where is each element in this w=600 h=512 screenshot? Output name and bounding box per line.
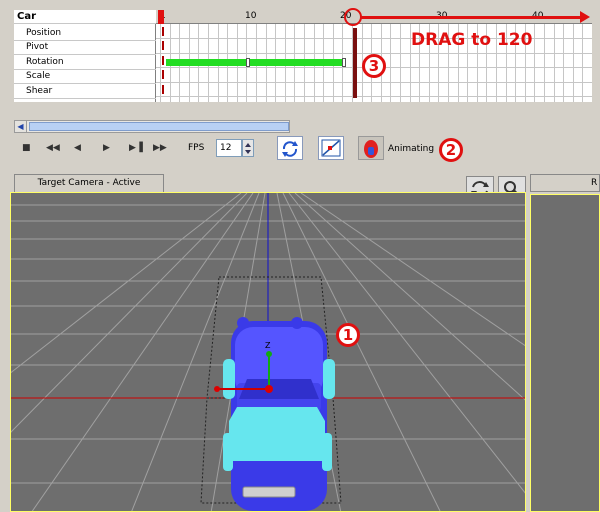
loop-button[interactable] xyxy=(277,136,303,160)
viewport-scene: Z xyxy=(11,193,525,511)
viewport-tab-right[interactable]: R xyxy=(530,174,600,192)
track-object-car[interactable]: Car xyxy=(14,10,156,24)
curve-editor-button[interactable] xyxy=(318,136,344,160)
grid-column-line xyxy=(553,24,555,102)
callout-3: 3 xyxy=(362,54,386,78)
frame-start-marker xyxy=(162,41,164,50)
rotation-keyframe[interactable] xyxy=(246,58,250,67)
start-frame-marker xyxy=(158,10,164,24)
loop-icon xyxy=(282,141,298,157)
track-label: Position xyxy=(26,28,62,38)
playhead-handle[interactable] xyxy=(344,8,362,26)
track-shear[interactable]: Shear xyxy=(14,85,156,99)
grid-column-line xyxy=(534,24,536,102)
frame-start-marker xyxy=(162,70,164,79)
curve-editor-icon xyxy=(321,139,341,157)
spin-down-icon[interactable] xyxy=(245,150,251,154)
secondary-viewport[interactable] xyxy=(530,194,600,512)
scroll-left-arrow-icon[interactable]: ◀ xyxy=(15,121,27,132)
playhead-line[interactable] xyxy=(353,28,357,98)
fps-input[interactable]: 12 xyxy=(216,139,242,157)
go-to-start-icon[interactable]: ◀◀ xyxy=(46,143,60,153)
transport-bar: ■ ◀◀ ◀ ▶ ▶▐ ▶▶ FPS 12 Animating 2 xyxy=(0,136,600,162)
grid-column-line xyxy=(582,24,584,102)
grid-column-line xyxy=(390,24,392,102)
track-position[interactable]: Position xyxy=(14,27,156,41)
drag-arrow-line xyxy=(360,16,582,19)
track-scale[interactable]: Scale xyxy=(14,70,156,84)
drag-instruction-label: DRAG to 120 xyxy=(411,30,533,50)
viewport-tab-target-camera[interactable]: Target Camera - Active xyxy=(14,174,164,192)
track-pivot[interactable]: Pivot xyxy=(14,41,156,55)
track-label: Shear xyxy=(26,86,53,96)
grid-row-line xyxy=(156,96,592,97)
grid-column-line xyxy=(563,24,565,102)
track-label: Rotation xyxy=(26,57,64,67)
grid-column-line xyxy=(572,24,574,102)
animating-toggle-button[interactable] xyxy=(358,136,384,160)
rotation-interpolation-span xyxy=(166,59,346,66)
grid-column-line xyxy=(160,24,161,102)
timeline-scrollbar[interactable]: ◀ xyxy=(14,120,290,133)
track-label: Scale xyxy=(26,71,51,81)
frame-start-marker xyxy=(162,56,164,65)
step-back-icon[interactable]: ◀ xyxy=(74,143,81,153)
timeline-panel: Car Position Pivot Rotation Scale Shear … xyxy=(0,0,600,133)
track-object-label: Car xyxy=(17,11,37,22)
go-to-end-icon[interactable]: ▶▶ xyxy=(153,143,167,153)
scrollbar-thumb[interactable] xyxy=(29,122,289,131)
play-icon[interactable]: ▶ xyxy=(103,143,110,153)
drag-arrow-head-icon xyxy=(580,11,590,23)
grid-column-line xyxy=(544,24,545,102)
step-forward-icon[interactable]: ▶▐ xyxy=(129,143,143,153)
animating-label: Animating xyxy=(388,144,435,154)
car-model[interactable] xyxy=(223,317,335,511)
frame-start-marker xyxy=(162,85,164,94)
z-axis-label: Z xyxy=(265,341,271,350)
grid-row-line xyxy=(156,82,592,83)
frame-start-marker xyxy=(162,27,164,36)
rotation-keyframe[interactable] xyxy=(342,58,346,67)
grid-column-line xyxy=(400,24,401,102)
track-list: Car Position Pivot Rotation Scale Shear xyxy=(14,10,156,102)
callout-2: 2 xyxy=(439,138,463,162)
fps-stepper[interactable] xyxy=(242,139,254,157)
record-icon xyxy=(364,140,378,158)
track-label: Pivot xyxy=(26,42,49,52)
callout-1: 1 xyxy=(336,323,360,347)
spin-up-icon[interactable] xyxy=(245,143,251,147)
track-rotation[interactable]: Rotation xyxy=(14,56,156,70)
ruler-tick: 10 xyxy=(245,11,257,21)
animation-editor: Car Position Pivot Rotation Scale Shear … xyxy=(0,0,600,512)
camera-viewport[interactable]: Z 1 xyxy=(10,192,526,512)
fps-label: FPS xyxy=(188,143,205,153)
stop-icon[interactable]: ■ xyxy=(22,143,31,153)
